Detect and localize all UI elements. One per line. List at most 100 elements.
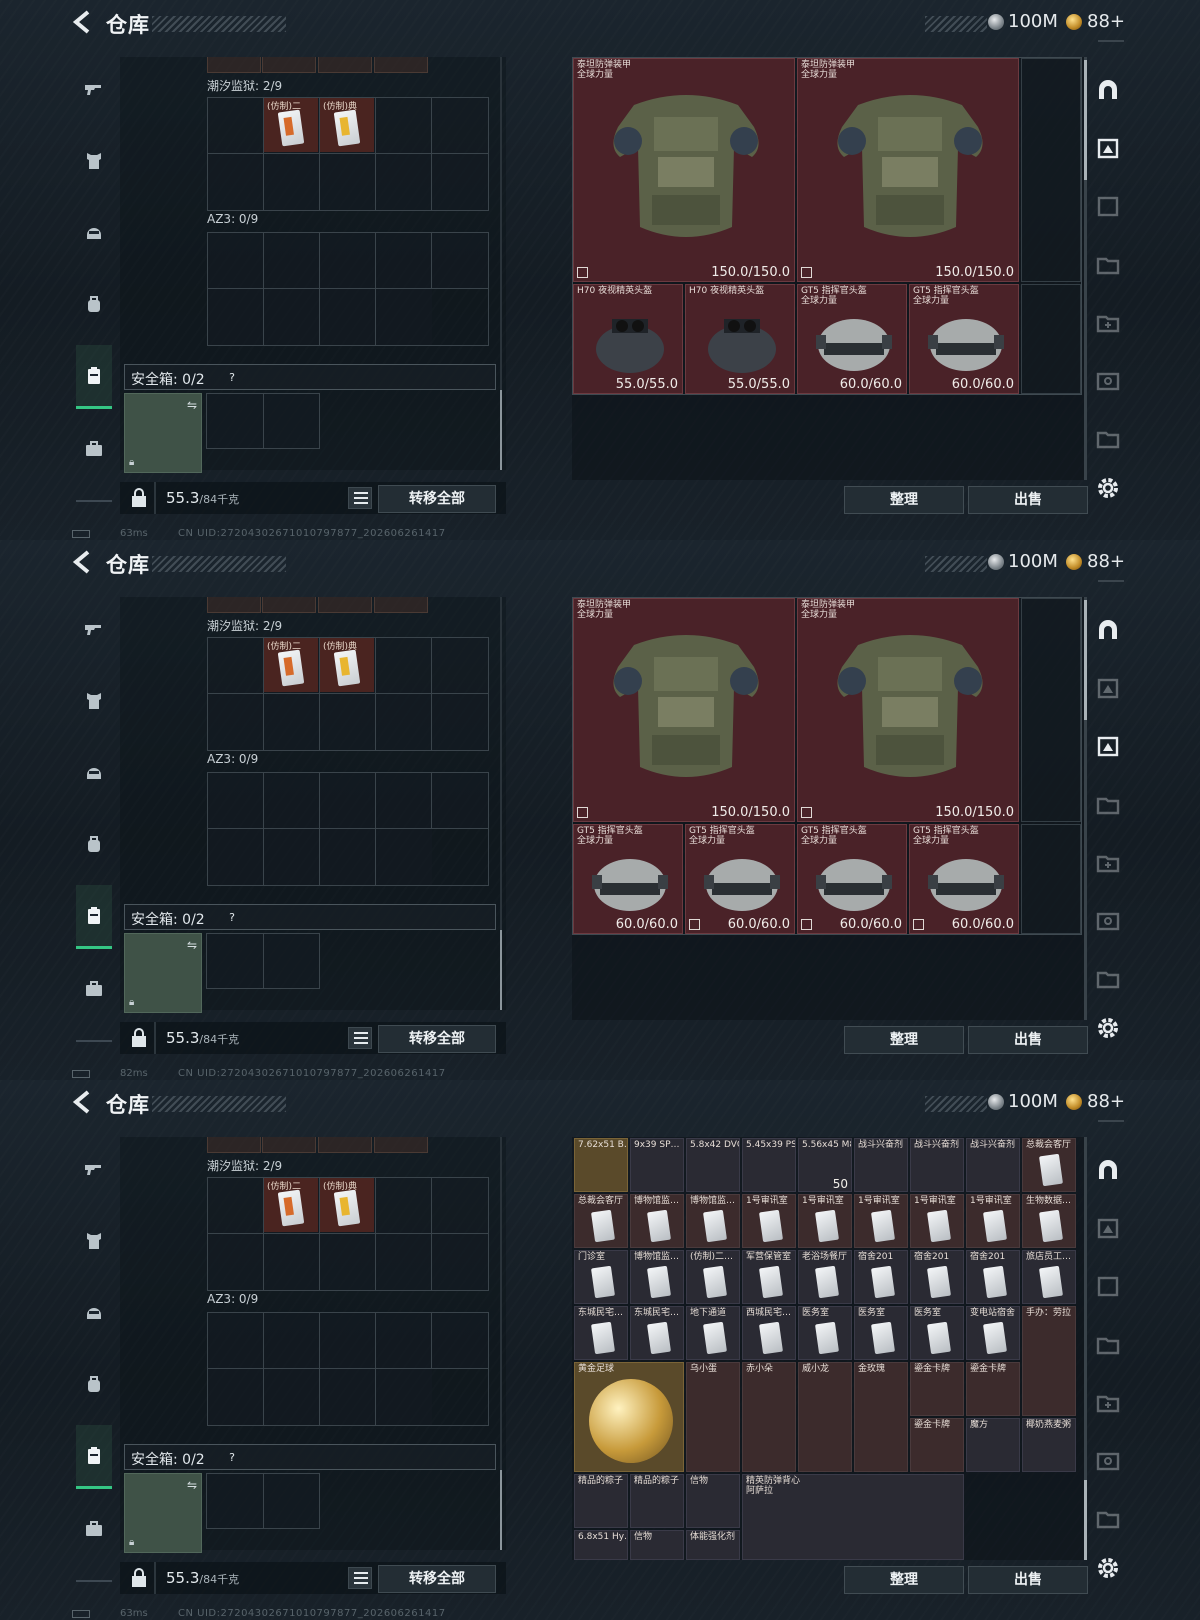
keycard-item[interactable]: (仿制)二: [264, 638, 318, 692]
tab-page-6[interactable]: [1092, 1502, 1124, 1534]
sidebar-item-armor[interactable]: [76, 129, 112, 193]
token-item[interactable]: 信物: [686, 1474, 740, 1528]
tab-page-4[interactable]: [1092, 306, 1124, 338]
tab-page-2[interactable]: [1092, 730, 1124, 762]
keycard-item[interactable]: 变电站宿舍: [966, 1306, 1020, 1360]
tab-page-4[interactable]: [1092, 1386, 1124, 1418]
collectible-item[interactable]: 乌小蛋: [686, 1362, 740, 1472]
partial-slot[interactable]: [207, 57, 261, 73]
help-icon[interactable]: ?: [223, 1449, 241, 1467]
collectible-item[interactable]: 威小龙: [798, 1362, 852, 1472]
keycard-item[interactable]: 医务室: [798, 1306, 852, 1360]
empty-slot[interactable]: [1021, 284, 1081, 394]
organize-button[interactable]: 整理: [844, 486, 964, 514]
tab-page-4[interactable]: [1092, 846, 1124, 878]
armor-item[interactable]: 泰坦防弹装甲 全球力量 150.0/150.0: [797, 58, 1019, 282]
storage-scroll-thumb[interactable]: [1084, 600, 1087, 720]
tab-page-2[interactable]: [1092, 1270, 1124, 1302]
keycard-item[interactable]: 门诊室: [574, 1250, 628, 1304]
safebox-case[interactable]: ⇋ 🔒︎: [124, 933, 202, 1013]
left-scroll-thumb[interactable]: [500, 930, 502, 1010]
keycard-item[interactable]: 医务室: [854, 1306, 908, 1360]
helmet-item[interactable]: H70 夜视精英头盔 55.0/55.0: [573, 284, 683, 394]
back-arrow-icon[interactable]: [72, 10, 94, 34]
sidebar-item-storage[interactable]: [76, 1425, 112, 1489]
keycard-item[interactable]: (仿制)二…: [686, 1250, 740, 1304]
keycard-item[interactable]: 医务室: [910, 1306, 964, 1360]
ammo-item[interactable]: 5.56x45 M85550: [798, 1138, 852, 1192]
keycard-item[interactable]: 1号审讯室: [854, 1194, 908, 1248]
tab-page-5[interactable]: [1092, 1444, 1124, 1476]
keycard-item[interactable]: 地下通道: [686, 1306, 740, 1360]
keycard-item[interactable]: 军营保管室: [742, 1250, 796, 1304]
organize-button[interactable]: 整理: [844, 1026, 964, 1054]
sidebar-item-backpack[interactable]: [76, 813, 112, 877]
keycard-item[interactable]: (仿制)二: [264, 1178, 318, 1232]
stim-item[interactable]: 战斗兴奋剂: [910, 1138, 964, 1192]
transfer-all-button[interactable]: 转移全部: [378, 485, 496, 513]
gear-icon[interactable]: [1096, 476, 1120, 500]
az3-grid[interactable]: [207, 232, 489, 346]
tab-page-6[interactable]: [1092, 422, 1124, 454]
storage-scroll-thumb[interactable]: [1084, 1480, 1087, 1560]
keycard-item[interactable]: (仿制)典: [320, 1178, 374, 1232]
gear-icon[interactable]: [1096, 1556, 1120, 1580]
sell-button[interactable]: 出售: [968, 1566, 1088, 1594]
left-scroll-thumb[interactable]: [500, 390, 502, 470]
helmet-item[interactable]: GT5 指挥官头盔 全球力量 60.0/60.0: [909, 824, 1019, 934]
az3-grid[interactable]: [207, 1312, 489, 1426]
golden-football-item[interactable]: 黄金足球: [574, 1362, 684, 1472]
storage-scroll-thumb[interactable]: [1084, 60, 1087, 180]
keycard-item[interactable]: 1号审讯室: [910, 1194, 964, 1248]
gold-card-item[interactable]: 鎏金卡牌: [910, 1418, 964, 1472]
helmet-item[interactable]: GT5 指挥官头盔 全球力量 60.0/60.0: [797, 824, 907, 934]
list-view-button[interactable]: [348, 1567, 372, 1589]
food-item[interactable]: 精品的粽子: [630, 1474, 684, 1528]
keycard-item[interactable]: (仿制)二: [264, 98, 318, 152]
sidebar-item-storage[interactable]: [76, 345, 112, 409]
keycard-item[interactable]: 博物馆监…: [686, 1194, 740, 1248]
safebox-case[interactable]: ⇋ 🔒︎: [124, 1473, 202, 1553]
partial-slot[interactable]: [262, 597, 316, 613]
gold-currency[interactable]: 88+: [1087, 11, 1125, 32]
partial-slot[interactable]: [262, 1137, 316, 1153]
tab-page-6[interactable]: [1092, 962, 1124, 994]
az3-grid[interactable]: [207, 772, 489, 886]
helmet-item[interactable]: H70 夜视精英头盔 55.0/55.0: [685, 284, 795, 394]
figurine-item[interactable]: 手办：劳拉: [1022, 1306, 1076, 1416]
keycard-item[interactable]: 总裁会客厅: [574, 1194, 628, 1248]
sidebar-item-case[interactable]: [76, 417, 112, 481]
vest-item[interactable]: 精英防弹背心 阿萨拉: [742, 1474, 964, 1560]
transfer-all-button[interactable]: 转移全部: [378, 1025, 496, 1053]
ammo-item[interactable]: 5.8x42 DVC…: [686, 1138, 740, 1192]
sidebar-item-case[interactable]: [76, 957, 112, 1021]
tab-all[interactable]: [1092, 1154, 1124, 1186]
tab-page-1[interactable]: [1092, 132, 1124, 164]
keycard-item[interactable]: 博物馆监…: [630, 1194, 684, 1248]
partial-slot[interactable]: [207, 597, 261, 613]
keycard-item[interactable]: (仿制)典: [320, 98, 374, 152]
keycard-item[interactable]: 宿舍201: [854, 1250, 908, 1304]
sidebar-item-case[interactable]: [76, 1497, 112, 1561]
back-arrow-icon[interactable]: [72, 1090, 94, 1114]
sidebar-item-weapons[interactable]: [76, 57, 112, 121]
gold-currency[interactable]: 88+: [1087, 1091, 1125, 1112]
sell-button[interactable]: 出售: [968, 1026, 1088, 1054]
helmet-item[interactable]: GT5 指挥官头盔 全球力量 60.0/60.0: [573, 824, 683, 934]
cube-item[interactable]: 魔方: [966, 1418, 1020, 1472]
keycard-item[interactable]: 1号审讯室: [798, 1194, 852, 1248]
tab-page-1[interactable]: [1092, 672, 1124, 704]
stim-item[interactable]: 战斗兴奋剂: [854, 1138, 908, 1192]
gold-card-item[interactable]: 鎏金卡牌: [966, 1362, 1020, 1416]
keycard-item[interactable]: 东城民宅…: [574, 1306, 628, 1360]
armor-item[interactable]: 泰坦防弹装甲 全球力量 150.0/150.0: [573, 598, 795, 822]
food-item[interactable]: 精品的粽子: [574, 1474, 628, 1528]
back-arrow-icon[interactable]: [72, 550, 94, 574]
partial-slot[interactable]: [318, 597, 372, 613]
keycard-item[interactable]: 西城民宅…: [742, 1306, 796, 1360]
list-view-button[interactable]: [348, 487, 372, 509]
tab-all[interactable]: [1092, 74, 1124, 106]
tab-page-2[interactable]: [1092, 190, 1124, 222]
collectible-item[interactable]: 赤小朵: [742, 1362, 796, 1472]
ammo-item[interactable]: 5.45x39 PS…: [742, 1138, 796, 1192]
